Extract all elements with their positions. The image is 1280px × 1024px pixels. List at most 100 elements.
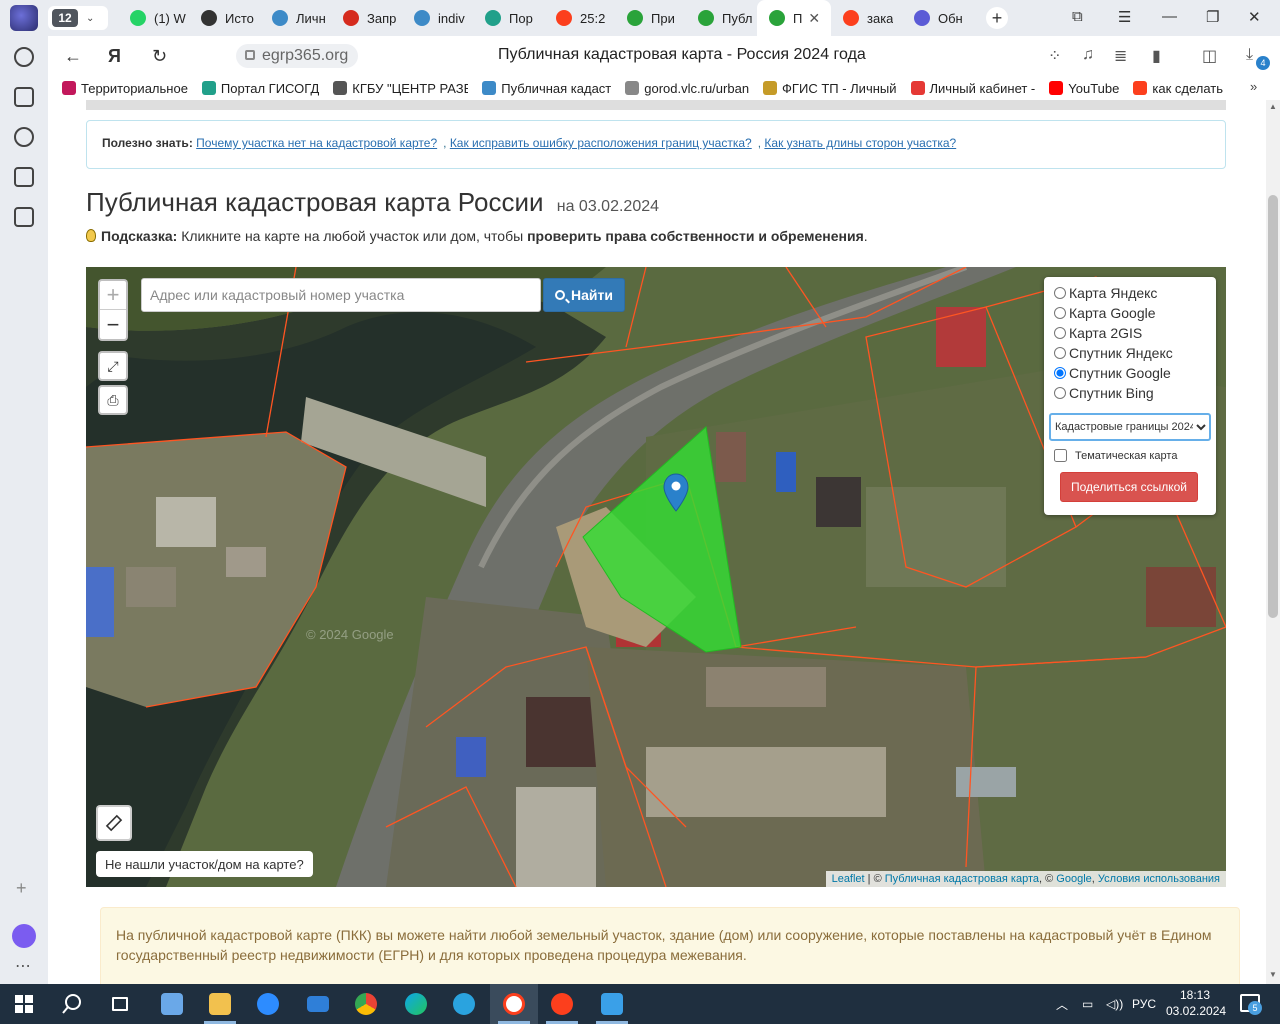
more-icon[interactable]: ⋯ (15, 956, 31, 976)
scroll-down-icon[interactable]: ▼ (1269, 970, 1277, 979)
pkk-link[interactable]: Публичная кадастровая карта (885, 873, 1039, 885)
browser-tab[interactable]: Пор (473, 0, 544, 36)
tab-manager-icon[interactable]: ⧉ (1072, 8, 1083, 25)
browser-tab[interactable]: Запр (331, 0, 402, 36)
restore-button[interactable]: ❐ (1206, 8, 1219, 26)
bookmark-item[interactable]: Личный кабинет - (910, 81, 1035, 96)
layer-radio[interactable] (1054, 367, 1066, 379)
terms-link[interactable]: Условия использования (1098, 873, 1220, 885)
layer-radio[interactable] (1054, 327, 1066, 339)
thematic-map-toggle[interactable]: Тематическая карта (1054, 449, 1216, 462)
tray-chevron-icon[interactable]: ︿ (1056, 984, 1068, 1024)
history-icon[interactable] (14, 47, 34, 67)
photos-icon[interactable] (588, 984, 636, 1024)
play-icon[interactable] (14, 127, 34, 147)
address-search-input[interactable] (141, 278, 541, 312)
leaflet-link[interactable]: Leaflet (832, 873, 865, 885)
telegram-icon[interactable] (440, 984, 488, 1024)
google-link[interactable]: Google (1056, 873, 1091, 885)
url-field[interactable]: egrp365.org (236, 44, 359, 68)
bookmark-item[interactable]: ФГИС ТП - Личный (763, 81, 897, 96)
layer-option[interactable]: Карта 2GIS (1054, 323, 1216, 343)
chrome-icon[interactable] (342, 984, 390, 1024)
zoom-in-button[interactable]: + (100, 281, 126, 310)
computer-icon[interactable] (148, 984, 196, 1024)
infinity-icon[interactable] (14, 167, 34, 187)
back-arrow-icon[interactable]: ← (64, 46, 82, 67)
windows-start-icon[interactable] (0, 984, 48, 1024)
tab-counter-button[interactable]: 12 ⌄ (48, 6, 108, 30)
layer-option[interactable]: Спутник Google (1054, 363, 1216, 383)
edge-icon[interactable] (392, 984, 440, 1024)
layer-radio[interactable] (1054, 287, 1066, 299)
yandex-home-icon[interactable]: Я (108, 46, 121, 67)
close-tab-icon[interactable]: ✕ (808, 10, 820, 27)
zoom-out-button[interactable]: − (100, 310, 126, 339)
zoom-app-icon[interactable] (244, 984, 292, 1024)
menu-icon[interactable]: ☰ (1118, 8, 1131, 26)
browser-tab[interactable]: Личн (260, 0, 331, 36)
ruler-button[interactable] (96, 805, 132, 841)
mail-icon[interactable] (294, 984, 342, 1024)
collections-icon[interactable] (14, 87, 34, 107)
fullscreen-icon[interactable]: ⤢ (98, 351, 128, 381)
scroll-up-icon[interactable]: ▲ (1269, 102, 1277, 111)
overlay-select[interactable]: Кадастровые границы 2024 (1049, 413, 1211, 441)
downloads-icon[interactable]: ⤓ 4 (1246, 46, 1270, 70)
browser-tab[interactable]: Исто (189, 0, 260, 36)
bookmarks-more-icon[interactable]: » (1250, 79, 1257, 94)
scroll-thumb[interactable] (1268, 195, 1278, 618)
add-panel-icon[interactable]: + (16, 878, 27, 899)
alice-assistant-icon[interactable] (12, 924, 36, 948)
reload-icon[interactable]: ↻ (152, 46, 167, 67)
browser-tab[interactable]: Обн (902, 0, 973, 36)
browser-tab[interactable]: П ✕ (757, 0, 831, 36)
share-link-button[interactable]: Поделиться ссылкой (1060, 472, 1198, 502)
browser-tab[interactable]: Публ (686, 0, 757, 36)
volume-icon[interactable]: ◁)) (1106, 984, 1123, 1024)
file-explorer-icon[interactable] (196, 984, 244, 1024)
cadastral-map[interactable]: © 2024 Google + − ⤢ ⎙ Найти Карта Яндекс… (86, 267, 1226, 887)
notification-icon[interactable]: 5 (1240, 994, 1262, 1015)
bookmark-item[interactable]: gorod.vlc.ru/urban (625, 81, 749, 96)
yandex-browser-icon[interactable] (490, 984, 538, 1024)
page-scrollbar[interactable]: ▲ ▼ (1266, 100, 1280, 984)
yandex-icon[interactable] (538, 984, 586, 1024)
browser-tab[interactable]: При (615, 0, 686, 36)
apps-icon[interactable]: ⁘ (1048, 46, 1061, 66)
bookmark-item[interactable]: Публичная кадаст (482, 81, 611, 96)
bookmark-item[interactable]: КГБУ "ЦЕНТР РАЗВ (333, 81, 468, 96)
layer-radio[interactable] (1054, 387, 1066, 399)
find-button[interactable]: Найти (543, 278, 625, 312)
bookmark-item[interactable]: YouTube (1049, 81, 1119, 96)
layer-option[interactable]: Карта Google (1054, 303, 1216, 323)
bookmark-item[interactable]: как сделать (1133, 81, 1223, 96)
bookmark-icon[interactable]: ▮ (1152, 46, 1161, 66)
close-window-button[interactable]: ✕ (1248, 8, 1261, 26)
layer-option[interactable]: Спутник Bing (1054, 383, 1216, 403)
extensions-icon[interactable]: ◫ (1202, 46, 1217, 66)
bookmark-item[interactable]: Портал ГИСОГД (201, 81, 319, 96)
layer-option[interactable]: Карта Яндекс (1054, 283, 1216, 303)
browser-logo-icon[interactable] (10, 5, 38, 31)
network-icon[interactable]: ▭ (1082, 984, 1093, 1024)
new-tab-button[interactable]: + (986, 7, 1008, 29)
clock[interactable]: 18:13 03.02.2024 (1166, 987, 1226, 1019)
layer-radio[interactable] (1054, 307, 1066, 319)
screenshot-icon[interactable] (14, 207, 34, 227)
browser-tab[interactable]: indiv (402, 0, 473, 36)
not-found-button[interactable]: Не нашли участок/дом на карте? (96, 851, 313, 877)
browser-tab[interactable]: зака (831, 0, 902, 36)
browser-tab[interactable]: (1) W (118, 0, 189, 36)
reader-icon[interactable]: ≣ (1114, 46, 1127, 66)
browser-tab[interactable]: 25:2 (544, 0, 615, 36)
language-indicator[interactable]: РУС (1132, 984, 1156, 1024)
minimize-button[interactable]: — (1162, 8, 1177, 25)
print-icon[interactable]: ⎙ (98, 385, 128, 415)
info-link-side-lengths[interactable]: Как узнать длины сторон участка? (764, 136, 956, 150)
layer-radio[interactable] (1054, 347, 1066, 359)
thematic-map-checkbox[interactable] (1054, 449, 1067, 462)
bookmark-item[interactable]: Территориальное (62, 81, 188, 96)
info-link-fix-borders[interactable]: Как исправить ошибку расположения границ… (450, 136, 752, 150)
info-link-missing-parcel[interactable]: Почему участка нет на кадастровой карте? (196, 136, 437, 150)
